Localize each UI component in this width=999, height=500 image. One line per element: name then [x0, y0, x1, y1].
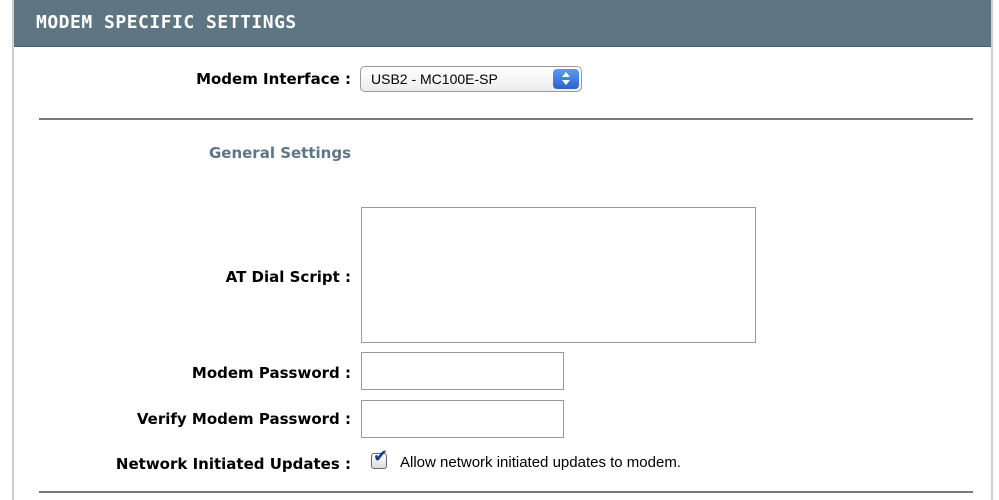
panel-title: MODEM SPECIFIC SETTINGS — [36, 12, 297, 33]
network-initiated-updates-label: Network Initiated Updates : — [115, 455, 351, 473]
checkmark-icon: ✔ — [373, 446, 389, 467]
modem-password-label: Modem Password : — [191, 364, 351, 382]
modem-interface-select[interactable]: USB2 - MC100E-SP — [360, 66, 582, 92]
modem-password-field[interactable] — [361, 352, 564, 390]
up-down-arrows-icon — [553, 69, 579, 89]
modem-interface-selected-value: USB2 - MC100E-SP — [371, 71, 498, 87]
network-initiated-updates-checkbox-label[interactable]: Allow network initiated updates to modem… — [400, 454, 681, 471]
general-settings-heading: General Settings — [208, 144, 351, 162]
at-dial-script-textarea[interactable] — [361, 207, 756, 343]
at-dial-script-label: AT Dial Script : — [225, 268, 351, 286]
modem-interface-label: Modem Interface : — [196, 70, 351, 88]
verify-modem-password-label: Verify Modem Password : — [136, 410, 351, 428]
modem-specific-settings-panel: MODEM SPECIFIC SETTINGS Modem Interface … — [12, 0, 993, 500]
panel-header: MODEM SPECIFIC SETTINGS — [14, 0, 991, 47]
verify-modem-password-field[interactable] — [361, 400, 564, 438]
network-initiated-updates-checkbox[interactable]: ✔ — [371, 448, 388, 469]
bottom-divider — [39, 491, 973, 493]
section-divider — [39, 118, 973, 120]
